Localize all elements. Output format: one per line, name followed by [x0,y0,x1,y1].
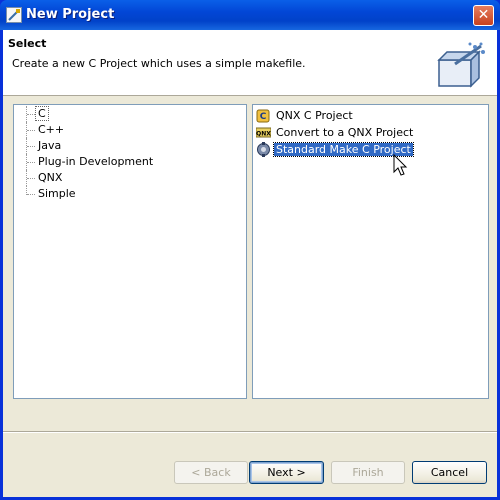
close-button[interactable]: ✕ [473,5,494,26]
list-item-label: QNX C Project [276,109,353,122]
make-c-project-icon [257,142,270,157]
title-bar[interactable]: New Project ✕ [0,0,500,30]
tree-item[interactable]: C [18,106,49,122]
tree-item[interactable]: Plug-in Development [18,154,155,170]
dialog-body: Select Create a new C Project which uses… [3,30,497,497]
next-button[interactable]: Next > [249,461,324,484]
project-type-list[interactable]: C QNX C Project QNX Convert to a QNX Pro… [252,104,489,399]
qnx-c-project-icon: C [256,109,270,123]
wizard-icon [6,7,22,23]
tree-connector [26,138,35,154]
tree-item-label: C [35,106,49,121]
banner-description: Create a new C Project which uses a simp… [12,57,306,70]
banner-title: Select [8,37,47,50]
back-button[interactable]: < Back [174,461,248,484]
window-title: New Project [26,7,115,22]
close-icon: ✕ [477,7,490,23]
tree-connector [26,154,35,170]
tree-item-label: Plug-in Development [38,155,154,168]
tree-connector [26,186,35,195]
tree-item[interactable]: Simple [18,186,78,202]
mouse-pointer-icon [393,154,408,176]
tree-connector [26,170,35,186]
list-item-label: Standard Make C Project [273,142,414,157]
tree-item[interactable]: QNX [18,170,64,186]
svg-text:QNX: QNX [256,131,271,138]
tree-item[interactable]: C++ [18,122,66,138]
svg-text:C: C [260,112,267,122]
cancel-button[interactable]: Cancel [412,461,487,484]
list-item-label: Convert to a QNX Project [276,126,414,139]
button-bar-separator-highlight [3,432,497,433]
tree-item-label: Java [38,139,62,152]
new-project-dialog: New Project ✕ Select Create a new C Proj… [0,0,500,500]
tree-item-label: Simple [38,187,76,200]
tree-item[interactable]: Java [18,138,63,154]
wizard-banner: Select Create a new C Project which uses… [3,30,497,96]
list-item[interactable]: C QNX C Project [256,107,355,124]
list-item[interactable]: Standard Make C Project [256,141,414,158]
tree-item-label: QNX [38,171,63,184]
tree-item-label: C++ [38,123,65,136]
finish-button[interactable]: Finish [331,461,405,484]
tree-connector [26,122,35,138]
wizard-category-tree[interactable]: C C++ Java Plug-in Development QNX Simpl… [13,104,247,399]
list-item[interactable]: QNX Convert to a QNX Project [256,124,415,141]
new-project-wizard-icon [437,42,485,88]
qnx-convert-icon: QNX [256,127,271,138]
tree-connector [26,106,35,122]
